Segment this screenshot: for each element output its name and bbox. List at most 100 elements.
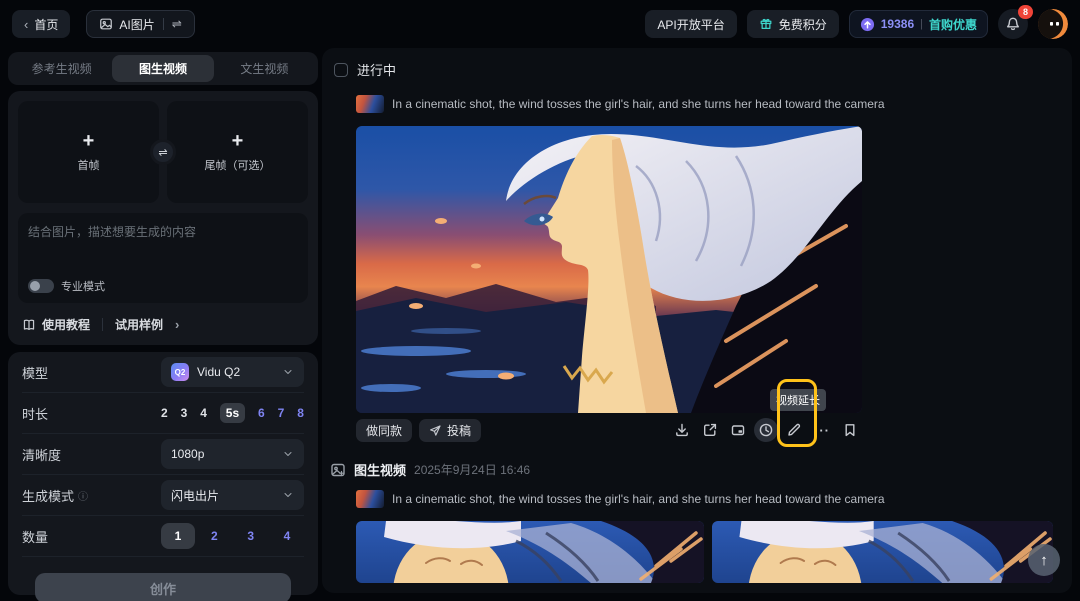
make-same-style-button[interactable]: 做同款: [356, 419, 412, 442]
swap-frames-button[interactable]: ⇌: [150, 139, 176, 165]
chevron-right-icon: ›: [175, 317, 179, 332]
coin-icon: [860, 17, 875, 32]
first-purchase-promo[interactable]: 首购优惠: [929, 16, 977, 33]
count-option-selected[interactable]: 1: [161, 523, 195, 549]
model-badge: Q2: [171, 363, 189, 381]
first-frame-upload[interactable]: + 首帧: [18, 101, 159, 203]
credits-value: 19386: [881, 17, 914, 31]
scroll-to-top-button[interactable]: ↑: [1028, 544, 1060, 576]
avatar[interactable]: [1038, 9, 1068, 39]
source-image-thumbnail[interactable]: [356, 490, 384, 508]
settings-card: 模型 Q2 Vidu Q2 时长 2 3 4 5s 6 7 8 清晰度 1080…: [8, 352, 318, 595]
tab-image-to-video[interactable]: 图生视频: [112, 55, 213, 82]
in-progress-checkbox[interactable]: [334, 63, 348, 77]
resolution-label: 清晰度: [22, 445, 61, 464]
swap-icon: ⇌: [158, 146, 167, 159]
free-credits-button[interactable]: 免费积分: [747, 10, 839, 38]
tab-label: 图生视频: [139, 60, 187, 77]
button-divider: [163, 18, 164, 30]
count-label: 数量: [22, 527, 48, 546]
bookmark-button[interactable]: [838, 418, 862, 442]
sample-link[interactable]: 试用样例 ›: [115, 316, 179, 333]
info-icon[interactable]: ⓘ: [78, 488, 88, 503]
duration-option[interactable]: 8: [297, 406, 304, 420]
tutorial-link[interactable]: 使用教程: [22, 316, 90, 333]
more-icon: ···: [814, 423, 830, 438]
free-credits-label: 免费积分: [779, 16, 827, 33]
gift-icon: [759, 17, 773, 31]
generated-video[interactable]: [356, 126, 862, 413]
mode-tabbar: 参考生视频 图生视频 文生视频: [8, 52, 318, 85]
api-platform-button[interactable]: API开放平台: [645, 10, 736, 38]
video-thumbnail[interactable]: [712, 521, 1053, 583]
gen-mode-label: 生成模式 ⓘ: [22, 486, 88, 505]
input-card: + 首帧 + 尾帧（可选） ⇌ 专业模式 使用教程 试用样例 ›: [8, 91, 318, 345]
pro-mode-toggle[interactable]: [28, 279, 54, 293]
chevron-down-icon: [282, 448, 294, 460]
model-value: Vidu Q2: [197, 365, 274, 379]
swap-mode-icon[interactable]: ⇌: [172, 17, 182, 31]
home-button-label: 首页: [34, 16, 58, 33]
top-bar: ‹ 首页 AI图片 ⇌ API开放平台 免费积分 19386 |: [0, 0, 1080, 48]
download-button[interactable]: [670, 418, 694, 442]
ai-image-button[interactable]: AI图片 ⇌: [86, 10, 194, 38]
send-icon: [429, 424, 442, 437]
duration-option[interactable]: 6: [258, 406, 265, 420]
video-thumbnail[interactable]: [356, 521, 704, 583]
source-image-thumbnail[interactable]: [356, 95, 384, 113]
submit-post-label: 投稿: [447, 422, 471, 439]
image-icon: [99, 17, 113, 31]
make-same-style-label: 做同款: [366, 422, 402, 439]
count-option[interactable]: 2: [197, 523, 231, 549]
gen-mode-dropdown[interactable]: 闪电出片: [161, 480, 304, 510]
arrow-up-icon: ↑: [1040, 552, 1048, 569]
edit-button[interactable]: [782, 418, 806, 442]
duration-option-selected[interactable]: 5s: [220, 403, 245, 423]
duration-option[interactable]: 3: [181, 406, 188, 420]
frame-button[interactable]: [726, 418, 750, 442]
create-button-label: 创作: [150, 579, 176, 598]
tab-reference-to-video[interactable]: 参考生视频: [11, 55, 112, 82]
generation-prompt: In a cinematic shot, the wind tosses the…: [392, 492, 885, 506]
last-frame-upload[interactable]: + 尾帧（可选）: [167, 101, 308, 203]
duration-options: 2 3 4 5s 6 7 8: [161, 403, 304, 423]
duration-option[interactable]: 4: [200, 406, 207, 420]
toggle-knob: [30, 281, 40, 291]
video-extend-tooltip: 视频延长: [770, 389, 826, 411]
image-plus-icon: [330, 462, 346, 478]
more-button[interactable]: ···: [810, 418, 834, 442]
last-frame-label: 尾帧（可选）: [205, 157, 271, 173]
first-frame-label: 首帧: [78, 157, 100, 173]
tab-text-to-video[interactable]: 文生视频: [214, 55, 315, 82]
chevron-left-icon: ‹: [24, 18, 28, 31]
gen-mode-value: 闪电出片: [171, 487, 274, 504]
create-button[interactable]: 创作: [35, 573, 291, 601]
gen-mode-label-text: 生成模式: [22, 486, 74, 505]
credits-divider: |: [920, 18, 923, 30]
submit-post-button[interactable]: 投稿: [419, 419, 481, 442]
notification-count-badge: 8: [1018, 5, 1033, 19]
home-button[interactable]: ‹ 首页: [12, 10, 70, 38]
count-option[interactable]: 4: [270, 523, 304, 549]
notifications-button[interactable]: 8: [998, 9, 1028, 39]
chevron-down-icon: [282, 489, 294, 501]
sample-label: 试用样例: [115, 316, 163, 333]
duration-option[interactable]: 7: [278, 406, 285, 420]
video-extend-button[interactable]: [754, 418, 778, 442]
links-divider: [102, 318, 103, 331]
tutorial-label: 使用教程: [42, 316, 90, 333]
export-button[interactable]: [698, 418, 722, 442]
resolution-dropdown[interactable]: 1080p: [161, 439, 304, 469]
section-date: 2025年9月24日 16:46: [414, 461, 530, 478]
count-option[interactable]: 3: [234, 523, 268, 549]
model-dropdown[interactable]: Q2 Vidu Q2: [161, 357, 304, 387]
in-progress-label: 进行中: [357, 60, 396, 79]
credits-badge[interactable]: 19386 | 首购优惠: [849, 10, 988, 38]
section-title: 图生视频: [354, 460, 406, 479]
duration-option[interactable]: 2: [161, 406, 168, 420]
count-options: 1 2 3 4: [161, 523, 304, 549]
book-icon: [22, 318, 36, 332]
chevron-down-icon: [282, 366, 294, 378]
prompt-input[interactable]: [28, 223, 298, 269]
tab-label: 文生视频: [240, 60, 288, 77]
